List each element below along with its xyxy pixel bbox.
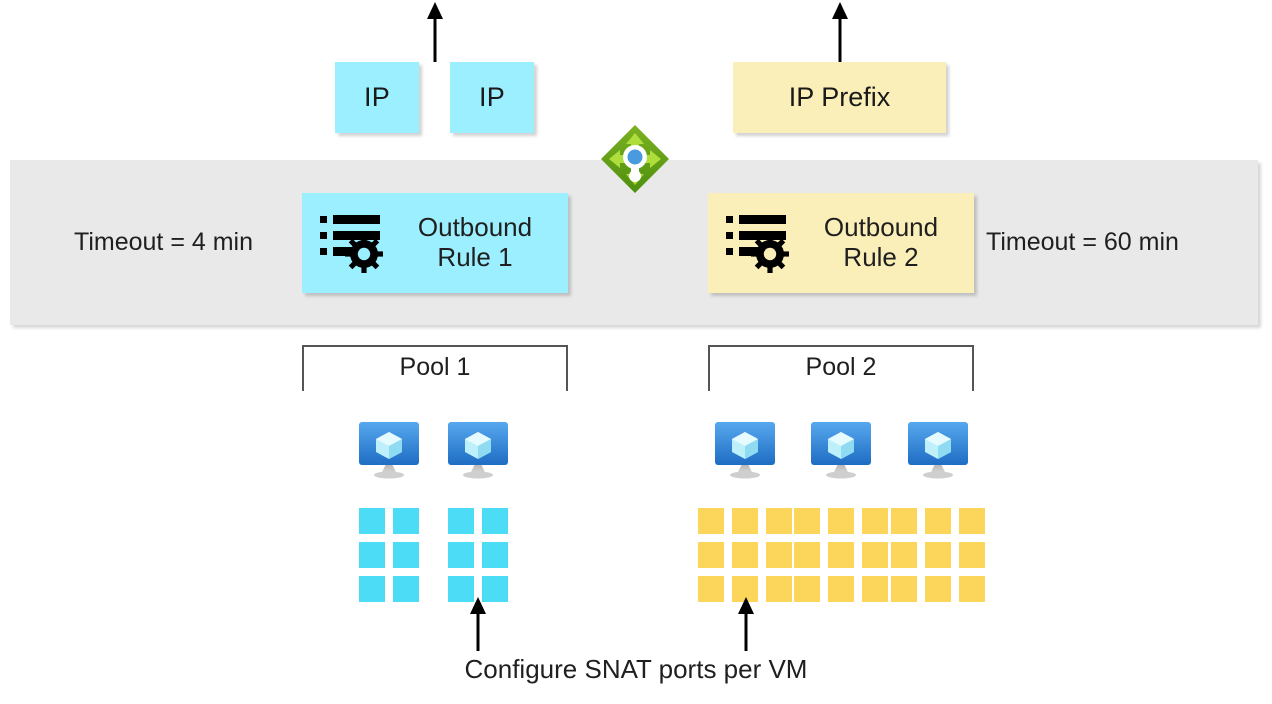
- snat-port: [925, 576, 951, 602]
- snat-port: [828, 576, 854, 602]
- snat-port: [925, 508, 951, 534]
- outbound-rule-2-label: Outbound Rule 2: [798, 213, 974, 272]
- ip-prefix-label: IP Prefix: [788, 82, 891, 112]
- timeout-left-label: Timeout = 4 min: [74, 228, 254, 256]
- snat-port: [359, 508, 385, 534]
- outbound-rule-icon: [726, 215, 789, 273]
- snat-port: [732, 508, 758, 534]
- snat-port: [959, 576, 985, 602]
- snat-port: [862, 542, 888, 568]
- snat-port: [732, 542, 758, 568]
- outbound-rule-1-line2: Rule 1: [437, 242, 513, 272]
- virtual-machine-icon: [715, 422, 775, 479]
- timeout-right-label: Timeout = 60 min: [986, 228, 1179, 256]
- caption-text: Configure SNAT ports per VM: [464, 654, 808, 684]
- snat-port: [862, 576, 888, 602]
- snat-port: [794, 508, 820, 534]
- snat-port: [891, 576, 917, 602]
- snat-port-grid: [356, 508, 422, 602]
- snat-port: [359, 576, 385, 602]
- snat-port: [794, 542, 820, 568]
- vm-unit[interactable]: [794, 420, 888, 602]
- ip-prefix-box[interactable]: IP Prefix: [733, 62, 946, 133]
- snat-port-grid: [889, 508, 987, 602]
- public-ip-label: IP: [363, 82, 391, 112]
- ip-outbound-arrow: [427, 2, 443, 62]
- pool-2-bracket: Pool 2: [708, 345, 974, 391]
- pool-2-label: Pool 2: [805, 353, 877, 381]
- snat-port: [959, 508, 985, 534]
- diagram-canvas: IP IP IP Prefix Timeout = 4 min Timeout …: [0, 0, 1272, 704]
- vm-unit[interactable]: [698, 420, 792, 602]
- public-ip-label: IP: [478, 82, 506, 112]
- snat-port-grid: [792, 508, 890, 602]
- snat-port-grid: [445, 508, 511, 602]
- snat-port: [698, 576, 724, 602]
- snat-port: [393, 508, 419, 534]
- snat-arrow-pool-2: [738, 597, 754, 651]
- vm-unit[interactable]: [356, 420, 422, 602]
- snat-port: [828, 542, 854, 568]
- snat-port: [766, 508, 792, 534]
- snat-port: [891, 542, 917, 568]
- snat-port: [448, 542, 474, 568]
- vm-unit[interactable]: [445, 420, 511, 602]
- snat-port: [891, 508, 917, 534]
- pool-1-label: Pool 1: [399, 353, 471, 381]
- outbound-rule-icon: [320, 215, 383, 273]
- virtual-machine-icon: [448, 422, 508, 479]
- prefix-outbound-arrow: [832, 2, 848, 62]
- snat-port: [393, 542, 419, 568]
- public-ip-box-1[interactable]: IP: [335, 62, 419, 133]
- snat-arrow-pool-1: [470, 597, 486, 651]
- load-balancer-icon: [601, 125, 669, 193]
- snat-port: [448, 508, 474, 534]
- pool-1-bracket: Pool 1: [302, 345, 568, 391]
- snat-port: [359, 542, 385, 568]
- vm-unit[interactable]: [891, 420, 985, 602]
- virtual-machine-icon: [359, 422, 419, 479]
- snat-port: [766, 542, 792, 568]
- snat-port: [959, 542, 985, 568]
- snat-port: [794, 576, 820, 602]
- outbound-rule-1-label: Outbound Rule 1: [392, 213, 568, 272]
- virtual-machine-icon: [908, 422, 968, 479]
- snat-port: [766, 576, 792, 602]
- outbound-rule-2-line1: Outbound: [823, 212, 939, 243]
- outbound-rule-2-box[interactable]: Outbound Rule 2: [708, 193, 974, 293]
- snat-port: [482, 542, 508, 568]
- snat-port: [862, 508, 888, 534]
- snat-port: [393, 576, 419, 602]
- snat-port: [482, 508, 508, 534]
- outbound-rule-2-line2: Rule 2: [843, 242, 919, 272]
- snat-port: [698, 508, 724, 534]
- virtual-machine-icon: [811, 422, 871, 479]
- outbound-rule-1-box[interactable]: Outbound Rule 1: [302, 193, 568, 293]
- outbound-rule-1-line1: Outbound: [417, 212, 533, 243]
- snat-port: [925, 542, 951, 568]
- snat-port: [698, 542, 724, 568]
- snat-port-grid: [696, 508, 794, 602]
- public-ip-box-2[interactable]: IP: [450, 62, 534, 133]
- snat-port: [828, 508, 854, 534]
